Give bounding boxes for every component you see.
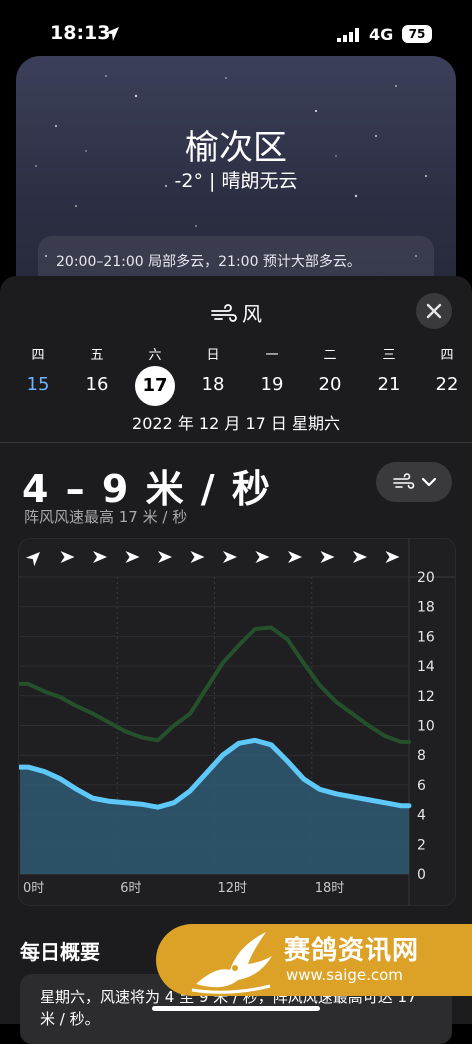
wind-direction-arrow-icon bbox=[385, 551, 400, 563]
home-indicator[interactable] bbox=[152, 1006, 320, 1011]
gust-speed-line bbox=[19, 625, 411, 744]
watermark-title: 赛鸽资讯网 bbox=[284, 936, 420, 966]
y-tick-label: 14 bbox=[417, 659, 435, 675]
wind-direction-arrow-icon bbox=[288, 551, 302, 563]
selected-day-button[interactable]: 17 bbox=[135, 366, 175, 406]
watermark-url: www.saige.com bbox=[286, 966, 403, 984]
day-of-week-label: 四 bbox=[440, 348, 454, 363]
wind-direction-arrow-icon bbox=[190, 551, 205, 563]
day-button[interactable]: 15 bbox=[18, 374, 58, 395]
day-button[interactable]: 18 bbox=[193, 374, 233, 395]
y-tick-label: 0 bbox=[417, 867, 426, 883]
y-tick-label: 20 bbox=[417, 570, 435, 586]
day-of-week-label: 四 bbox=[31, 348, 45, 363]
temperature-condition: -2° | 晴朗无云 bbox=[174, 170, 298, 192]
watermark-logo: 赛鸽资讯网 www.saige.com bbox=[156, 924, 472, 996]
sheet-title: 风 bbox=[0, 298, 472, 327]
city-name: 榆次区 bbox=[185, 128, 287, 168]
y-tick-label: 12 bbox=[417, 689, 435, 705]
divider bbox=[0, 442, 472, 443]
day-of-week-label: 六 bbox=[148, 348, 162, 363]
day-button[interactable]: 21 bbox=[369, 374, 409, 395]
y-tick-label: 10 bbox=[417, 719, 435, 735]
location-arrow-icon bbox=[105, 27, 119, 41]
x-tick-label: 12时 bbox=[218, 881, 248, 896]
y-tick-label: 2 bbox=[417, 837, 426, 853]
wind-direction-arrow-icon bbox=[158, 551, 172, 563]
wind-direction-arrow-icon bbox=[25, 552, 40, 567]
x-tick-label: 18时 bbox=[315, 881, 345, 896]
y-tick-label: 4 bbox=[417, 808, 426, 824]
battery-indicator: 75 bbox=[402, 25, 432, 43]
wind-detail-sheet: 风 四 15 五 16 六 17 日 18 一 19 二 20 三 21 四 22 2022 年 12 月 1… bbox=[0, 276, 472, 1044]
day-button[interactable]: 20 bbox=[310, 374, 350, 395]
pigeon-logo-icon bbox=[191, 932, 272, 994]
wind-direction-arrow-icon bbox=[255, 551, 270, 563]
daily-summary-title: 每日概要 bbox=[20, 940, 100, 964]
y-tick-label: 6 bbox=[417, 778, 426, 794]
wind-direction-arrow-icon bbox=[320, 551, 335, 563]
y-tick-label: 8 bbox=[417, 748, 426, 764]
day-of-week-label: 三 bbox=[382, 348, 396, 363]
wind-direction-arrow-icon bbox=[60, 551, 75, 563]
x-tick-label: 6时 bbox=[120, 881, 141, 896]
network-type: 4G bbox=[369, 25, 394, 44]
wind-direction-arrow-icon bbox=[223, 551, 237, 563]
day-of-week-label: 二 bbox=[323, 348, 337, 363]
wind-chart: 0 2 4 6 8 10 12 14 16 18 20 0时 6时 12时 18时 bbox=[19, 539, 455, 905]
wind-icon bbox=[393, 473, 415, 489]
selected-date-label: 2022 年 12 月 17 日 星期六 bbox=[132, 414, 340, 433]
y-tick-label: 18 bbox=[417, 600, 435, 616]
wind-direction-arrow-icon bbox=[125, 551, 140, 563]
day-button[interactable]: 19 bbox=[252, 374, 292, 395]
cellular-signal-icon bbox=[337, 28, 359, 42]
wind-icon bbox=[211, 304, 237, 322]
wind-direction-arrow-icon bbox=[93, 551, 107, 563]
day-of-week-label: 日 bbox=[206, 348, 220, 363]
close-icon bbox=[426, 303, 442, 319]
wind-speed-range: 4 – 9 米 / 秒 bbox=[22, 467, 272, 511]
sheet-title-label: 风 bbox=[242, 302, 262, 326]
gust-speed-text: 阵风风速最高 17 米 / 秒 bbox=[24, 508, 188, 526]
close-button[interactable] bbox=[416, 293, 452, 329]
day-button[interactable]: 22 bbox=[427, 374, 467, 395]
chart-type-menu-button[interactable] bbox=[376, 462, 452, 502]
wind-chart-card[interactable]: 0 2 4 6 8 10 12 14 16 18 20 0时 6时 12时 18时 bbox=[18, 538, 456, 906]
forecast-summary-text: 20:00–21:00 局部多云，21:00 预计大部多云。 bbox=[56, 254, 361, 270]
x-tick-label: 0时 bbox=[23, 881, 44, 896]
day-of-week-label: 一 bbox=[265, 348, 279, 363]
status-time: 18:13 bbox=[50, 22, 111, 44]
wind-direction-arrow-icon bbox=[353, 551, 367, 563]
day-button[interactable]: 16 bbox=[77, 374, 117, 395]
day-of-week-label: 五 bbox=[90, 348, 104, 363]
y-tick-label: 16 bbox=[417, 629, 435, 645]
chevron-down-icon bbox=[422, 477, 436, 487]
